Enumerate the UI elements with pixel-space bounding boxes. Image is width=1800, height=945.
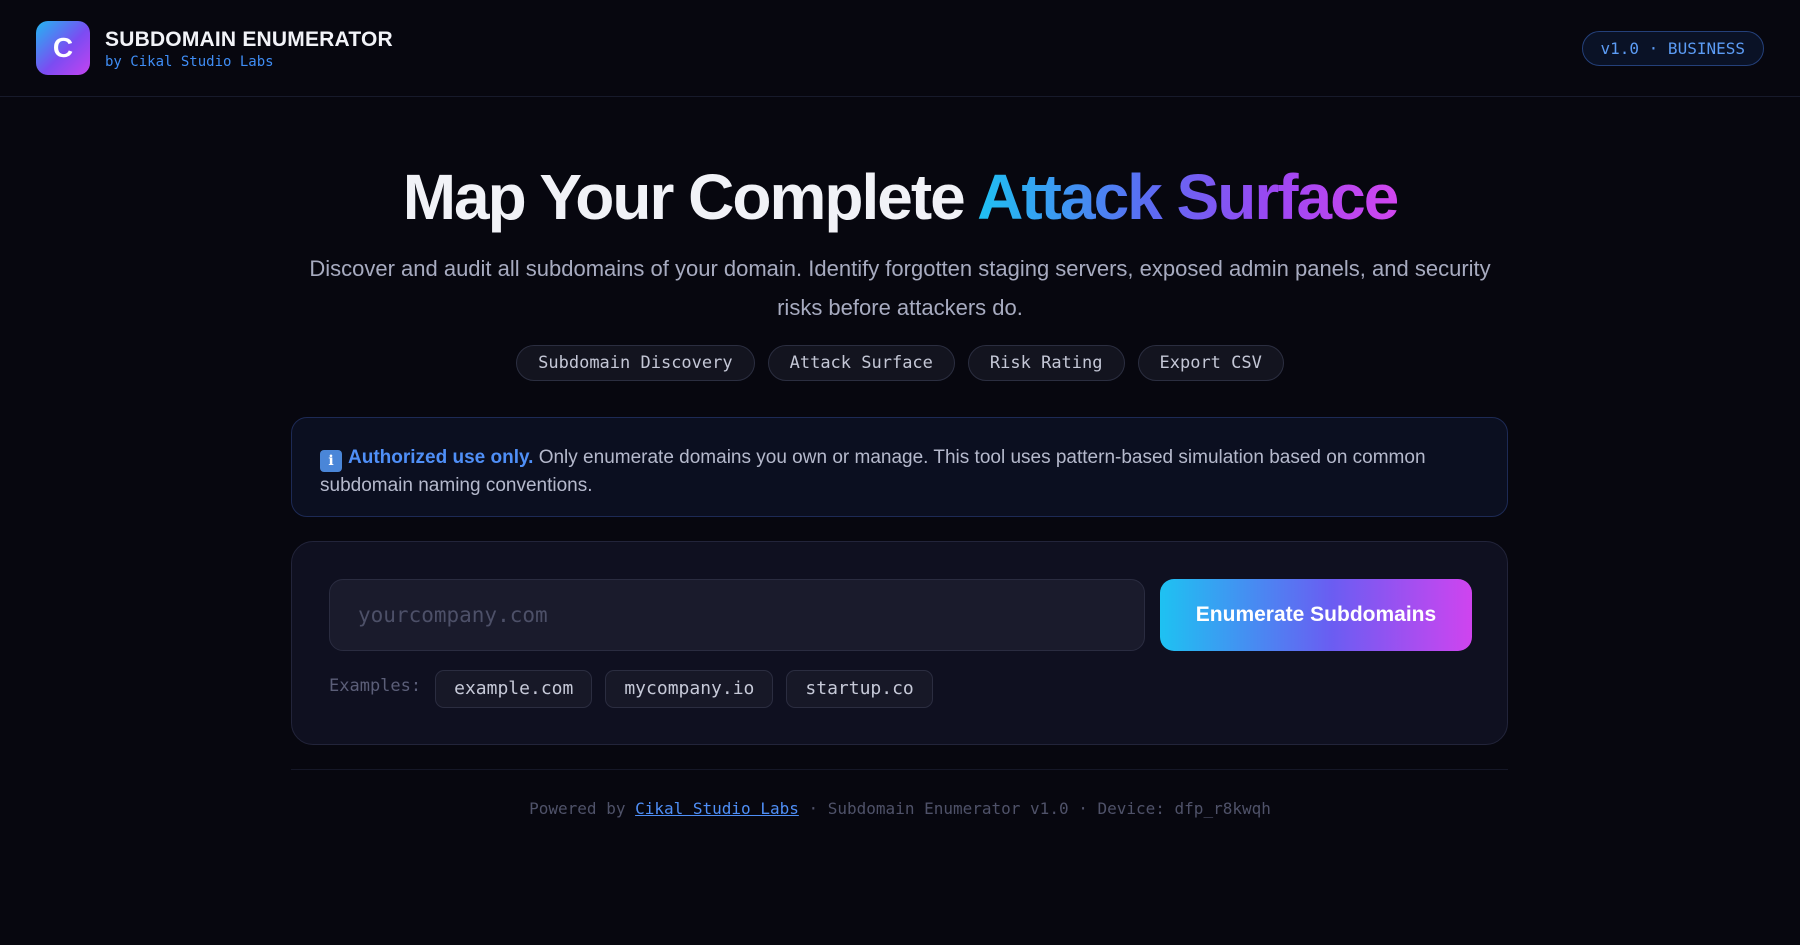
app-header: C SUBDOMAIN ENUMERATOR by Cikal Studio L… <box>0 0 1800 97</box>
footer-divider <box>291 769 1508 770</box>
hero-title: Map Your Complete Attack Surface <box>0 160 1800 234</box>
feature-pills: Subdomain Discovery Attack Surface Risk … <box>0 345 1800 381</box>
feature-pill-attack-surface: Attack Surface <box>767 345 955 381</box>
feature-pill-export-csv: Export CSV <box>1137 345 1284 381</box>
footer-suffix: · Subdomain Enumerator v1.0 · Device: df… <box>798 799 1271 818</box>
search-card: Enumerate Subdomains Examples: example.c… <box>291 541 1508 745</box>
example-chip-startup-co[interactable]: startup.co <box>786 670 933 708</box>
domain-input[interactable] <box>329 579 1145 651</box>
hero-title-plain: Map Your Complete <box>402 161 978 233</box>
hero-title-gradient: Attack Surface <box>977 161 1399 233</box>
hero-description: Discover and audit all subdomains of you… <box>309 256 1491 320</box>
authorized-use-notice: i Authorized use only. Only enumerate dom… <box>291 417 1508 517</box>
page: C SUBDOMAIN ENUMERATOR by Cikal Studio L… <box>0 0 1800 945</box>
info-icon: i <box>320 450 342 472</box>
examples-label: Examples: <box>329 676 422 696</box>
notice-strong-text: Authorized use only. <box>348 447 534 468</box>
version-badge: v1.0 · BUSINESS <box>1581 31 1764 66</box>
example-chip-example-com[interactable]: example.com <box>435 670 593 708</box>
app-title: SUBDOMAIN ENUMERATOR <box>105 28 393 51</box>
examples-row: Examples: example.com mycompany.io start… <box>329 670 933 708</box>
feature-pill-subdomain-discovery: Subdomain Discovery <box>516 345 755 381</box>
app-subtitle: by Cikal Studio Labs <box>105 54 274 70</box>
cikal-studio-labs-link[interactable]: Cikal Studio Labs <box>635 799 799 818</box>
enumerate-subdomains-button[interactable]: Enumerate Subdomains <box>1160 579 1472 651</box>
footer: Powered by Cikal Studio Labs · Subdomain… <box>0 799 1800 818</box>
app-logo[interactable]: C <box>36 21 90 75</box>
logo-letter: C <box>52 32 74 63</box>
footer-prefix: Powered by <box>529 799 636 818</box>
feature-pill-risk-rating: Risk Rating <box>967 345 1125 381</box>
example-chip-mycompany-io[interactable]: mycompany.io <box>605 670 774 708</box>
